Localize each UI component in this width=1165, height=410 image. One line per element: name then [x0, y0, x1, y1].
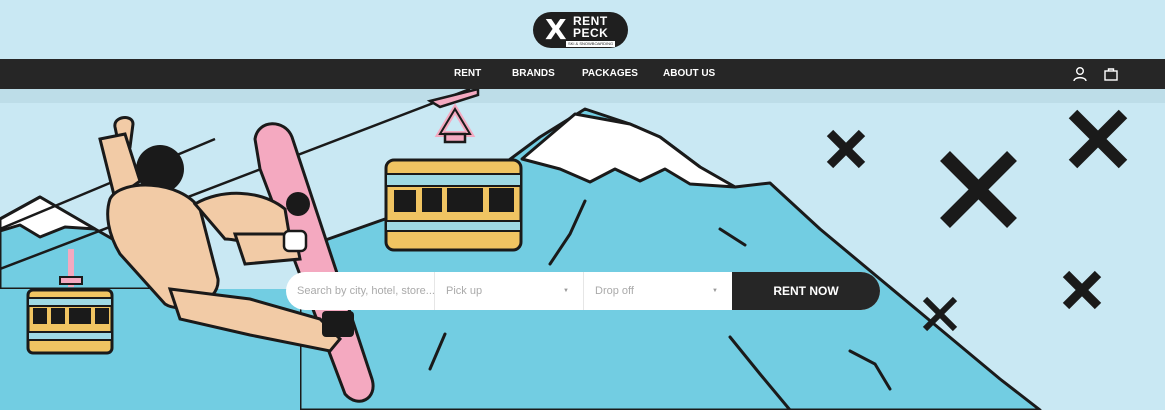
hero-illustration [0, 89, 1165, 410]
chevron-down-icon: ▼ [712, 288, 718, 294]
dropoff-select[interactable]: Drop off ▼ [583, 272, 732, 310]
brand-logo[interactable]: X RENT PECK SKI & SNOWBOARDING [533, 12, 628, 48]
shopping-bag-icon[interactable] [1103, 66, 1119, 82]
logo-mark: X [545, 13, 567, 46]
hero-banner: Pick up ▼ Drop off ▼ RENT NOW [0, 89, 1165, 410]
dropoff-label: Drop off [595, 285, 634, 297]
site-header: X RENT PECK SKI & SNOWBOARDING [0, 0, 1165, 59]
pickup-select[interactable]: Pick up ▼ [434, 272, 583, 310]
nav-item-rent[interactable]: RENT [454, 59, 481, 89]
location-search-input[interactable] [286, 272, 434, 310]
rent-now-button[interactable]: RENT NOW [732, 272, 880, 310]
rental-search-bar: Pick up ▼ Drop off ▼ RENT NOW [286, 272, 880, 310]
nav-item-brands[interactable]: BRANDS [512, 59, 555, 89]
chevron-down-icon: ▼ [563, 288, 569, 294]
pickup-label: Pick up [446, 285, 483, 297]
logo-tagline: SKI & SNOWBOARDING [566, 41, 616, 47]
nav-item-packages[interactable]: PACKAGES [582, 59, 638, 89]
logo-name-line2: PECK [573, 26, 609, 40]
nav-item-about-us[interactable]: ABOUT US [663, 59, 715, 89]
user-icon[interactable] [1072, 66, 1088, 82]
main-nav: RENT BRANDS PACKAGES ABOUT US [0, 59, 1165, 89]
